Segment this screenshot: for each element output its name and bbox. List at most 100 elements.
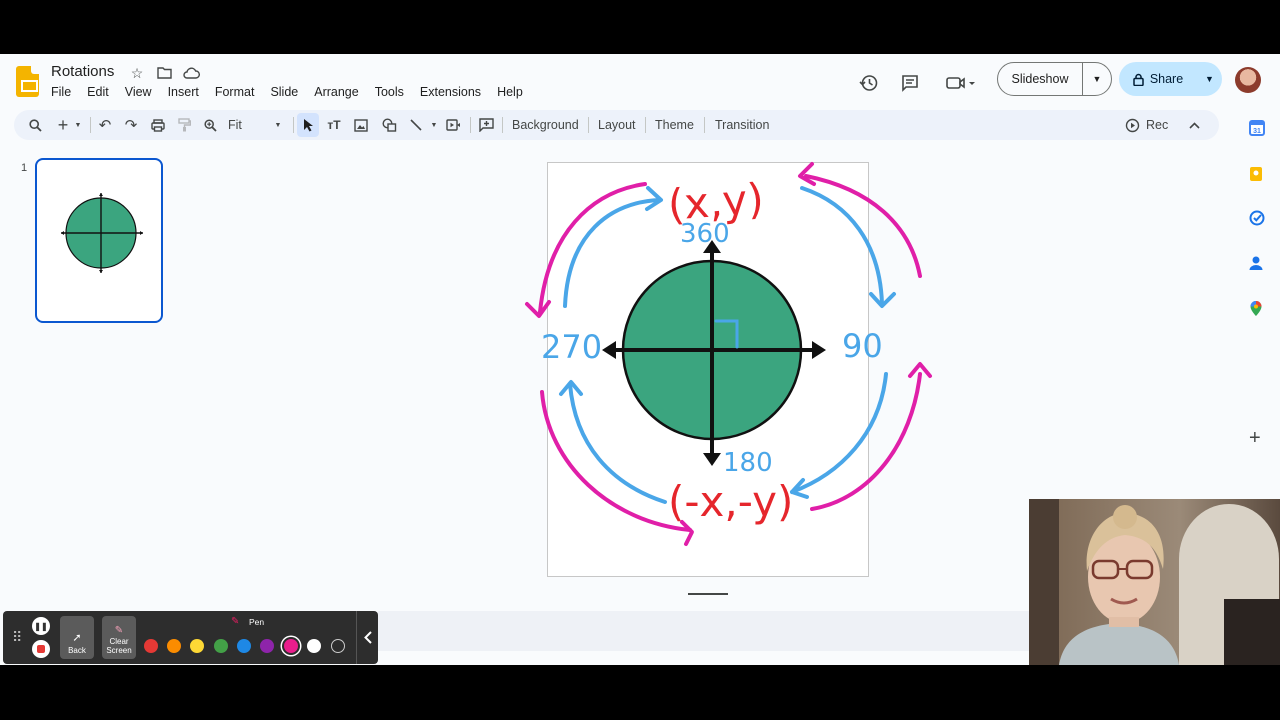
insert-image-icon[interactable] [352, 113, 370, 137]
toolbar-divider [502, 117, 503, 133]
cloud-saved-icon[interactable] [182, 64, 200, 82]
line-dropdown-icon[interactable]: ▼ [429, 113, 439, 137]
undo-icon[interactable]: ↶ [97, 113, 113, 137]
new-slide-icon[interactable]: + [55, 113, 71, 137]
comments-icon[interactable] [896, 66, 924, 100]
menu-format[interactable]: Format [207, 84, 263, 100]
toolbar-divider [588, 117, 589, 133]
zoom-select[interactable]: Fit [228, 113, 242, 137]
clear-screen-label: Clear Screen [106, 637, 132, 655]
redo-icon[interactable]: ↷ [123, 113, 139, 137]
toolbar-divider [704, 117, 705, 133]
theme-button[interactable]: Theme [655, 113, 694, 137]
title-icons: ☆ [128, 64, 200, 82]
keep-icon[interactable] [1249, 166, 1263, 181]
thumbnail-graphic [61, 193, 143, 273]
clear-screen-button[interactable]: ✎ Clear Screen [102, 616, 136, 659]
version-history-icon[interactable] [855, 66, 883, 100]
tasks-icon[interactable] [1249, 210, 1265, 226]
share-main[interactable]: Share [1119, 72, 1197, 86]
menu-file[interactable]: File [43, 84, 79, 100]
share-dropdown-icon[interactable]: ▼ [1197, 74, 1222, 84]
zoom-dropdown-icon[interactable]: ▼ [272, 113, 284, 137]
color-swatch-orange[interactable] [167, 639, 181, 653]
slide-content: (x,y) (-x,-y) 360 90 180 270 [525, 162, 932, 546]
layout-button[interactable]: Layout [598, 113, 636, 137]
star-icon[interactable]: ☆ [128, 64, 146, 82]
color-swatch-red[interactable] [144, 639, 158, 653]
line-icon[interactable] [408, 113, 424, 137]
rec-icon[interactable] [1124, 113, 1140, 137]
slides-logo[interactable] [16, 66, 39, 97]
color-swatch-yellow[interactable] [190, 639, 204, 653]
color-swatch-black[interactable] [331, 639, 345, 653]
text-box-icon[interactable]: ᴛT [325, 113, 343, 137]
webcam-image [1029, 499, 1280, 665]
menu-tools[interactable]: Tools [367, 84, 412, 100]
search-menus-icon[interactable] [26, 113, 44, 137]
maps-icon[interactable] [1249, 300, 1263, 316]
svg-text:31: 31 [1253, 128, 1261, 135]
share-button[interactable]: Share ▼ [1119, 62, 1222, 96]
angle-270-label: 270 [541, 328, 602, 366]
main-toolbar: + ▼ ↶ ↷ Fit ▼ ᴛT ▼ Background Layout The… [14, 110, 1219, 140]
back-button[interactable]: ➚ Back [60, 616, 94, 659]
background-button[interactable]: Background [512, 113, 579, 137]
collapse-annotation-toolbar-icon[interactable] [356, 611, 378, 664]
pause-recording-button[interactable]: ❚❚ [32, 617, 50, 635]
menu-extensions[interactable]: Extensions [412, 84, 489, 100]
slide-number: 1 [21, 162, 28, 174]
zoom-icon[interactable] [201, 113, 219, 137]
angle-360-label: 360 [680, 219, 730, 249]
transition-button[interactable]: Transition [715, 113, 769, 137]
menu-view[interactable]: View [117, 84, 160, 100]
menu-insert[interactable]: Insert [160, 84, 207, 100]
menu-edit[interactable]: Edit [79, 84, 117, 100]
toolbar-divider [645, 117, 646, 133]
angle-90-label: 90 [842, 327, 883, 365]
document-title[interactable]: Rotations [51, 63, 114, 80]
contacts-icon[interactable] [1249, 255, 1263, 270]
collapse-toolbar-icon[interactable] [1186, 113, 1202, 137]
add-comment-icon[interactable] [477, 113, 495, 137]
toolbar-divider [470, 117, 471, 133]
toolbar-divider [90, 117, 91, 133]
print-icon[interactable] [149, 113, 167, 137]
toolbar-divider [293, 117, 294, 133]
color-swatch-white[interactable] [307, 639, 321, 653]
share-label: Share [1149, 72, 1184, 86]
calendar-icon[interactable]: 31 [1249, 120, 1265, 136]
menu-help[interactable]: Help [489, 84, 531, 100]
drag-handle-icon[interactable]: ⠿ [12, 629, 22, 646]
eraser-icon: ✎ [114, 625, 124, 636]
paint-format-icon[interactable] [175, 113, 193, 137]
color-swatch-green[interactable] [214, 639, 228, 653]
insert-video-icon[interactable] [444, 113, 462, 137]
label-bottom-coordinates: (-x,-y) [668, 477, 793, 526]
filmstrip-scroll-indicator[interactable] [688, 593, 728, 595]
color-swatch-magenta[interactable] [284, 639, 298, 653]
lock-icon [1133, 73, 1144, 86]
menu-slide[interactable]: Slide [262, 84, 306, 100]
shape-icon[interactable] [380, 113, 398, 137]
color-swatch-purple[interactable] [260, 639, 274, 653]
add-app-icon[interactable]: + [1249, 428, 1263, 448]
account-avatar[interactable] [1235, 67, 1261, 93]
slideshow-button[interactable]: Slideshow ▼ [997, 62, 1112, 96]
back-label: Back [68, 646, 86, 655]
slideshow-label[interactable]: Slideshow [998, 63, 1083, 95]
menu-arrange[interactable]: Arrange [306, 84, 366, 100]
stop-recording-button[interactable] [32, 640, 50, 658]
current-tool-label: Pen [249, 617, 265, 627]
rec-button[interactable]: Rec [1146, 113, 1168, 137]
speaker-notes-area[interactable] [378, 611, 1030, 651]
meet-icon[interactable] [940, 66, 980, 100]
select-tool-icon[interactable] [297, 113, 319, 137]
slide-thumbnail[interactable] [35, 158, 163, 323]
pen-icon: ✎ [231, 616, 240, 627]
annotation-toolbar: ⠿ ❚❚ ➚ Back ✎ Clear Screen ✎ Pen [3, 611, 378, 664]
move-folder-icon[interactable] [155, 64, 173, 82]
color-swatch-blue[interactable] [237, 639, 251, 653]
new-slide-dropdown-icon[interactable]: ▼ [73, 113, 83, 137]
slideshow-dropdown-icon[interactable]: ▼ [1083, 74, 1111, 84]
